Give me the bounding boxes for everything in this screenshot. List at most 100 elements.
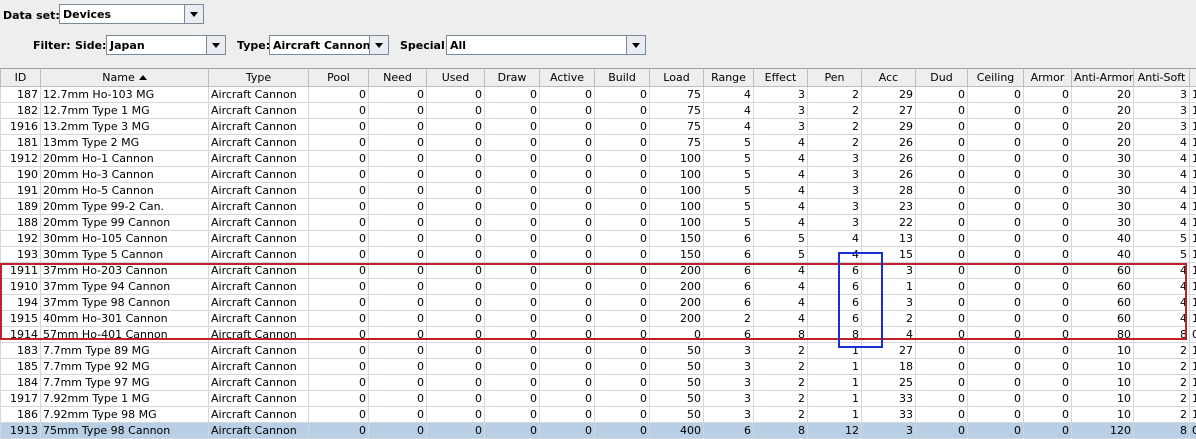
cell-armor[interactable]: 0 [1024, 423, 1072, 439]
cell-active[interactable]: 0 [540, 375, 595, 391]
cell-active[interactable]: 0 [540, 327, 595, 343]
cell-draw[interactable]: 0 [485, 119, 540, 135]
cell-range[interactable]: 4 [704, 87, 754, 103]
cell-effect[interactable]: 5 [754, 231, 808, 247]
cell-build[interactable]: 0 [595, 87, 650, 103]
cell-used[interactable]: 0 [427, 167, 485, 183]
cell-load[interactable]: 75 [650, 103, 704, 119]
cell-anti-soft[interactable]: 3 [1134, 119, 1190, 135]
cell-anti-soft[interactable]: 2 [1134, 343, 1190, 359]
cell-draw[interactable]: 0 [485, 423, 540, 439]
cell-effect[interactable]: 4 [754, 183, 808, 199]
column-header-effect[interactable]: Effect [754, 69, 808, 87]
cell-type[interactable]: Aircraft Cannon [209, 407, 309, 423]
cell-armor[interactable]: 0 [1024, 87, 1072, 103]
cell-used[interactable]: 0 [427, 327, 485, 343]
cell-anti-soft[interactable]: 4 [1134, 199, 1190, 215]
cell-dud[interactable]: 0 [916, 199, 968, 215]
cell-load[interactable]: 200 [650, 263, 704, 279]
cell-name[interactable]: 30mm Type 5 Cannon [41, 247, 209, 263]
cell-armor[interactable]: 0 [1024, 343, 1072, 359]
cell-pen[interactable]: 1 [808, 375, 862, 391]
column-header-ceiling[interactable]: Ceiling [968, 69, 1024, 87]
cell-armor[interactable]: 0 [1024, 247, 1072, 263]
table-row[interactable]: 18920mm Type 99-2 Can.Aircraft Cannon000… [1, 199, 1196, 215]
cell-avail[interactable]: 12/41 [1190, 167, 1196, 183]
cell-name[interactable]: 20mm Ho-5 Cannon [41, 183, 209, 199]
cell-id[interactable]: 1912 [1, 151, 41, 167]
cell-name[interactable]: 75mm Type 98 Cannon [41, 423, 209, 439]
cell-range[interactable]: 6 [704, 295, 754, 311]
cell-pool[interactable]: 0 [309, 263, 369, 279]
cell-anti-soft[interactable]: 4 [1134, 295, 1190, 311]
cell-pen[interactable]: 3 [808, 151, 862, 167]
cell-effect[interactable]: 2 [754, 343, 808, 359]
cell-id[interactable]: 1910 [1, 279, 41, 295]
column-header-range[interactable]: Range [704, 69, 754, 87]
cell-ceiling[interactable]: 0 [968, 199, 1024, 215]
cell-effect[interactable]: 4 [754, 311, 808, 327]
cell-id[interactable]: 184 [1, 375, 41, 391]
cell-active[interactable]: 0 [540, 279, 595, 295]
cell-type[interactable]: Aircraft Cannon [209, 279, 309, 295]
cell-active[interactable]: 0 [540, 199, 595, 215]
cell-avail[interactable]: 12/41 [1190, 199, 1196, 215]
table-row[interactable]: 19177.92mm Type 1 MGAircraft Cannon00000… [1, 391, 1196, 407]
column-header-pen[interactable]: Pen [808, 69, 862, 87]
cell-need[interactable]: 0 [369, 279, 427, 295]
cell-pen[interactable]: 6 [808, 279, 862, 295]
cell-dud[interactable]: 0 [916, 167, 968, 183]
cell-type[interactable]: Aircraft Cannon [209, 311, 309, 327]
cell-ceiling[interactable]: 0 [968, 423, 1024, 439]
cell-armor[interactable]: 0 [1024, 327, 1072, 343]
table-row[interactable]: 191613.2mm Type 3 MGAircraft Cannon00000… [1, 119, 1196, 135]
cell-range[interactable]: 3 [704, 375, 754, 391]
dataset-dropdown-arrow[interactable] [184, 5, 203, 23]
cell-active[interactable]: 0 [540, 359, 595, 375]
cell-anti-armor[interactable]: 120 [1072, 423, 1134, 439]
cell-name[interactable]: 37mm Type 98 Cannon [41, 295, 209, 311]
cell-load[interactable]: 50 [650, 343, 704, 359]
cell-build[interactable]: 0 [595, 359, 650, 375]
cell-used[interactable]: 0 [427, 151, 485, 167]
column-header-load[interactable]: Load [650, 69, 704, 87]
cell-armor[interactable]: 0 [1024, 263, 1072, 279]
cell-type[interactable]: Aircraft Cannon [209, 359, 309, 375]
cell-name[interactable]: 20mm Type 99 Cannon [41, 215, 209, 231]
cell-draw[interactable]: 0 [485, 295, 540, 311]
cell-ceiling[interactable]: 0 [968, 167, 1024, 183]
cell-used[interactable]: 0 [427, 343, 485, 359]
cell-armor[interactable]: 0 [1024, 311, 1072, 327]
cell-used[interactable]: 0 [427, 263, 485, 279]
cell-id[interactable]: 1917 [1, 391, 41, 407]
cell-used[interactable]: 0 [427, 103, 485, 119]
cell-build[interactable]: 0 [595, 343, 650, 359]
cell-pool[interactable]: 0 [309, 135, 369, 151]
cell-effect[interactable]: 8 [754, 327, 808, 343]
cell-range[interactable]: 5 [704, 183, 754, 199]
cell-pen[interactable]: 1 [808, 407, 862, 423]
cell-used[interactable]: 0 [427, 295, 485, 311]
cell-ceiling[interactable]: 0 [968, 231, 1024, 247]
cell-active[interactable]: 0 [540, 391, 595, 407]
cell-ceiling[interactable]: 0 [968, 215, 1024, 231]
table-row[interactable]: 1857.7mm Type 92 MGAircraft Cannon000000… [1, 359, 1196, 375]
column-header-dud[interactable]: Dud [916, 69, 968, 87]
cell-build[interactable]: 0 [595, 231, 650, 247]
cell-anti-armor[interactable]: 10 [1072, 375, 1134, 391]
cell-pool[interactable]: 0 [309, 231, 369, 247]
cell-ceiling[interactable]: 0 [968, 263, 1024, 279]
cell-load[interactable]: 50 [650, 375, 704, 391]
cell-effect[interactable]: 4 [754, 199, 808, 215]
cell-anti-armor[interactable]: 20 [1072, 103, 1134, 119]
cell-type[interactable]: Aircraft Cannon [209, 391, 309, 407]
cell-load[interactable]: 100 [650, 151, 704, 167]
cell-load[interactable]: 75 [650, 119, 704, 135]
cell-ceiling[interactable]: 0 [968, 135, 1024, 151]
cell-id[interactable]: 193 [1, 247, 41, 263]
cell-name[interactable]: 37mm Ho-203 Cannon [41, 263, 209, 279]
cell-name[interactable]: 20mm Type 99-2 Can. [41, 199, 209, 215]
cell-pool[interactable]: 0 [309, 87, 369, 103]
cell-pool[interactable]: 0 [309, 327, 369, 343]
cell-anti-armor[interactable]: 40 [1072, 247, 1134, 263]
